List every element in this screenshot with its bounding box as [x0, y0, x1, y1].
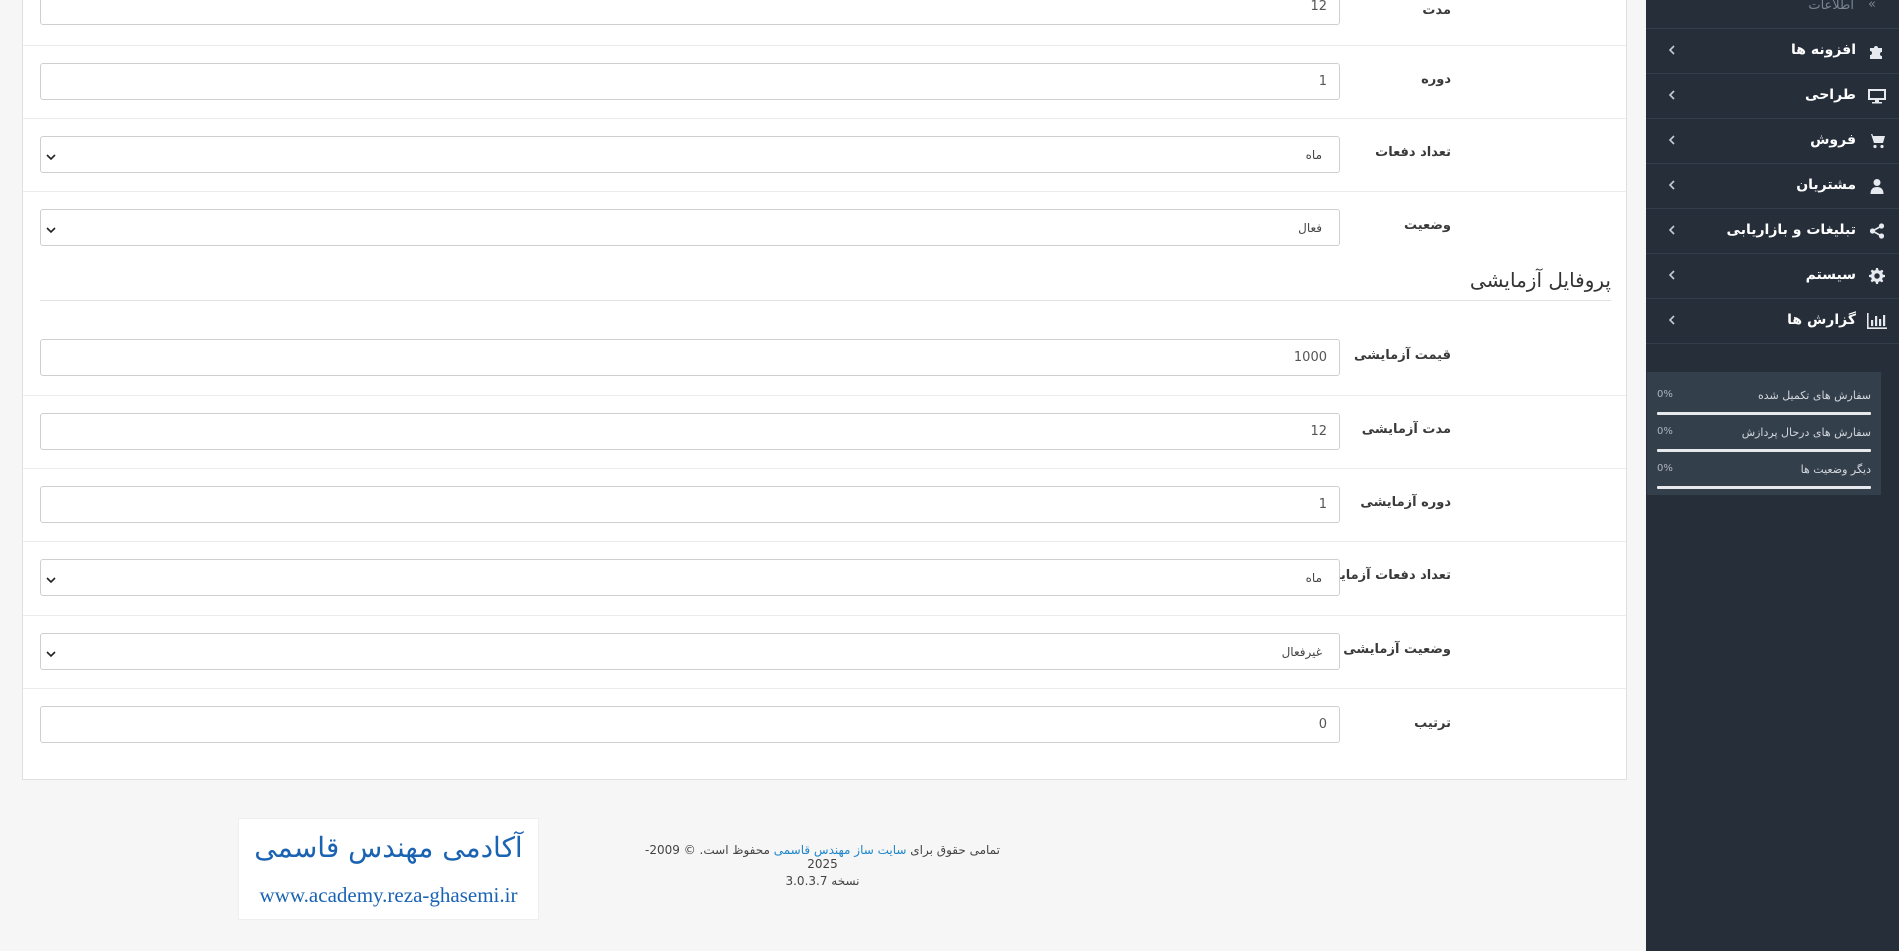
academy-watermark: آکادمی مهندس قاسمی www.academy.reza-ghas… [238, 818, 539, 920]
frequency-select[interactable]: ماه [40, 136, 1340, 173]
sidebar-item-label: افزونه ها [1791, 42, 1856, 58]
trial-status-value: غیرفعال [1281, 645, 1322, 659]
chevron-down-icon [45, 571, 57, 584]
stat-other-statuses: دیگر وضعیت ها 0% [1657, 454, 1871, 491]
form-row-cycle: دوره [23, 45, 1626, 119]
order-stats-widget: سفارش های تکمیل شده 0% سفارش های درحال پ… [1647, 372, 1881, 495]
stat-processing-orders: سفارش های درحال پردازش 0% [1657, 417, 1871, 454]
chevron-down-icon [45, 645, 57, 658]
sidebar-item-label: گزارش ها [1787, 312, 1856, 328]
trial-frequency-value: ماه [1305, 571, 1322, 585]
gear-icon [1867, 267, 1887, 285]
form-row-trial-status: وضعیت آزمایشی غیرفعال [23, 615, 1626, 689]
form-row-trial-frequency: تعداد دفعات آزمایشی ماه [23, 541, 1626, 616]
stat-label: سفارش های درحال پردازش [1741, 426, 1871, 439]
form-row-trial-cycle: دوره آزمایشی [23, 468, 1626, 542]
trial-price-input[interactable] [40, 339, 1340, 376]
copyright-line: تمامی حقوق برای سایت ساز مهندس قاسمی محف… [630, 843, 1015, 871]
bar-chart-icon [1867, 312, 1887, 330]
sidebar-item-label: فروش [1810, 132, 1856, 148]
form-row-trial-price: قیمت آزمایشی [23, 322, 1626, 396]
stat-value: 0% [1657, 389, 1673, 400]
footer: تمامی حقوق برای سایت ساز مهندس قاسمی محف… [630, 843, 1015, 888]
academy-title: آکادمی مهندس قاسمی [254, 831, 523, 864]
status-value: فعال [1298, 221, 1322, 235]
stat-label: سفارش های تکمیل شده [1757, 389, 1871, 402]
share-icon [1867, 222, 1887, 240]
sidebar-item-sales[interactable]: فروش [1646, 119, 1899, 164]
form-row-frequency: تعداد دفعات ماه [23, 118, 1626, 192]
trial-frequency-select[interactable]: ماه [40, 559, 1340, 596]
sidebar-item-customers[interactable]: مشتریان [1646, 164, 1899, 209]
form-row-duration: مدت [23, 0, 1626, 46]
progress-bar [1657, 449, 1871, 452]
sidebar-item-design[interactable]: طراحی [1646, 74, 1899, 119]
puzzle-icon [1867, 42, 1887, 60]
stat-value: 0% [1657, 426, 1673, 437]
sidebar-item-extensions[interactable]: افزونه ها [1646, 29, 1899, 74]
cycle-input[interactable] [40, 63, 1340, 100]
trial-duration-input[interactable] [40, 413, 1340, 450]
sidebar-item-marketing[interactable]: تبلیغات و بازاریابی [1646, 209, 1899, 254]
trial-cycle-input[interactable] [40, 486, 1340, 523]
chevron-left-icon [1666, 131, 1676, 149]
status-select[interactable]: فعال [40, 209, 1340, 246]
form-row-trial-duration: مدت آزمایشی [23, 395, 1626, 469]
sidebar-item-label: سیستم [1805, 267, 1856, 283]
chevron-left-icon [1666, 311, 1676, 329]
frequency-value: ماه [1305, 148, 1322, 162]
progress-bar [1657, 412, 1871, 415]
form-row-sort-order: ترتیب [23, 688, 1626, 762]
double-chevron-icon: » [1868, 0, 1876, 12]
footer-site-link[interactable]: سایت ساز مهندس قاسمی [774, 843, 907, 857]
trial-profile-heading: پروفایل آزمایشی [1469, 268, 1611, 292]
chevron-down-icon [45, 221, 57, 234]
sidebar-item-reports[interactable]: گزارش ها [1646, 299, 1899, 344]
sidebar-item-system[interactable]: سیستم [1646, 254, 1899, 299]
cart-icon [1867, 132, 1887, 150]
chevron-left-icon [1666, 221, 1676, 239]
chevron-left-icon [1666, 41, 1676, 59]
sidebar-item-label: مشتریان [1796, 177, 1856, 193]
sidebar-item-label: اطلاعات [1808, 0, 1854, 13]
trial-status-select[interactable]: غیرفعال [40, 633, 1340, 670]
sort-order-input[interactable] [40, 706, 1340, 743]
section-divider [40, 300, 1611, 301]
user-icon [1867, 177, 1887, 195]
chevron-left-icon [1666, 176, 1676, 194]
monitor-icon [1867, 87, 1887, 105]
form-panel: مدت دوره تعداد دفعات ماه وضعیت فعال پروف… [22, 0, 1627, 780]
chevron-left-icon [1666, 266, 1676, 284]
progress-bar [1657, 486, 1871, 489]
copyright-prefix: تمامی حقوق برای [910, 843, 1000, 857]
academy-url: www.academy.reza-ghasemi.ir [259, 883, 518, 907]
chevron-down-icon [45, 148, 57, 161]
sidebar-item-label: تبلیغات و بازاریابی [1726, 222, 1856, 238]
duration-input[interactable] [40, 0, 1340, 25]
stat-completed-orders: سفارش های تکمیل شده 0% [1657, 380, 1871, 417]
sidebar: » اطلاعات افزونه ها طراحی فروش مشتریان ت… [1646, 0, 1899, 951]
version-text: نسخه 3.0.3.7 [785, 874, 860, 888]
form-row-status: وضعیت فعال [23, 191, 1626, 264]
sidebar-item-label: طراحی [1805, 87, 1856, 103]
chevron-left-icon [1666, 86, 1676, 104]
sidebar-item-info[interactable]: » اطلاعات [1646, 0, 1899, 29]
stat-value: 0% [1657, 463, 1673, 474]
stat-label: دیگر وضعیت ها [1800, 463, 1871, 476]
